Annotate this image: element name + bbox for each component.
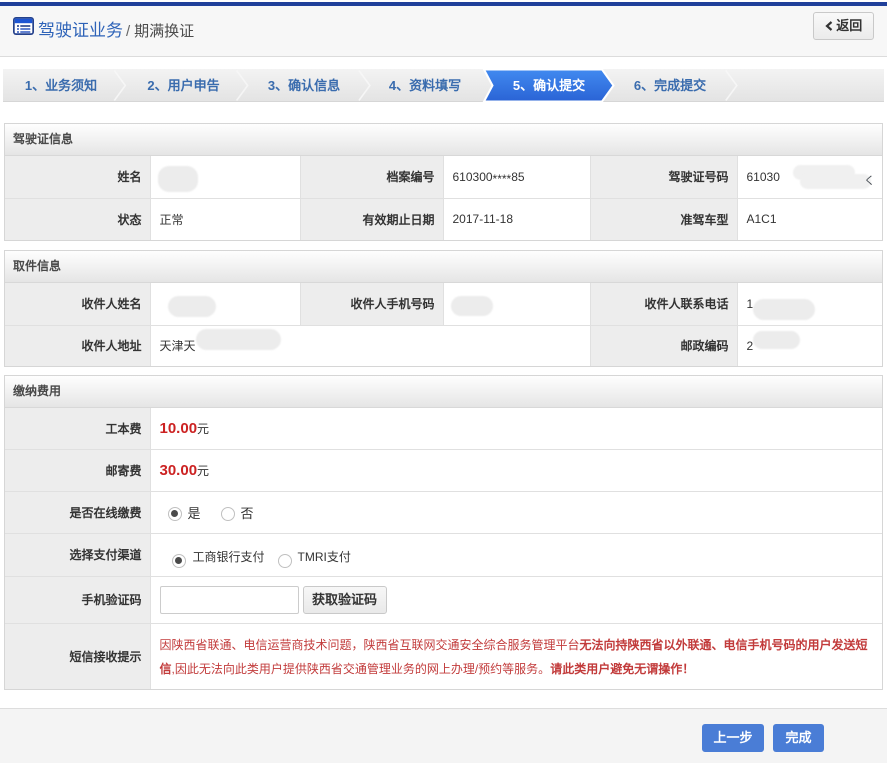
svg-text:6、完成提交: 6、完成提交 bbox=[634, 78, 706, 93]
svg-text:1、业务须知: 1、业务须知 bbox=[25, 78, 97, 93]
svg-text:4、资料填写: 4、资料填写 bbox=[389, 78, 461, 93]
svg-text:3、确认信息: 3、确认信息 bbox=[268, 78, 340, 93]
svg-text:5、确认提交: 5、确认提交 bbox=[513, 78, 585, 93]
svg-text:2、用户申告: 2、用户申告 bbox=[147, 78, 219, 93]
